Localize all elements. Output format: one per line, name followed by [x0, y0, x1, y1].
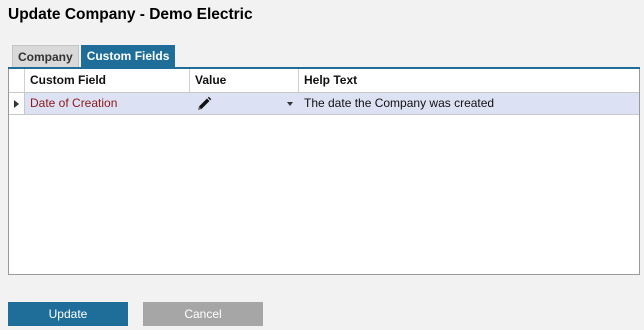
custom-field-cell[interactable]: Date of Creation: [25, 93, 190, 114]
pencil-icon: [198, 96, 212, 110]
grid-header: Custom Field Value Help Text: [9, 69, 639, 93]
update-button[interactable]: Update: [8, 302, 128, 326]
cancel-button[interactable]: Cancel: [143, 302, 263, 326]
dialog-title: Update Company - Demo Electric: [8, 6, 253, 23]
chevron-down-icon[interactable]: [287, 102, 293, 106]
header-selector-cell: [9, 69, 25, 92]
tab-custom-fields[interactable]: Custom Fields: [80, 45, 176, 67]
column-header-help-text[interactable]: Help Text: [299, 69, 639, 92]
row-selector[interactable]: [9, 93, 25, 114]
column-header-custom-field[interactable]: Custom Field: [25, 69, 190, 92]
help-text-cell: The date the Company was created: [304, 96, 495, 110]
value-cell[interactable]: [190, 93, 299, 114]
column-header-value[interactable]: Value: [190, 69, 299, 92]
tab-bar: Company Custom Fields: [12, 45, 176, 67]
custom-fields-grid: Custom Field Value Help Text Date of Cre…: [8, 69, 640, 275]
row-indicator-icon: [14, 100, 19, 108]
table-row[interactable]: Date of Creation The date the Company wa…: [9, 93, 639, 115]
tab-company[interactable]: Company: [12, 45, 79, 67]
